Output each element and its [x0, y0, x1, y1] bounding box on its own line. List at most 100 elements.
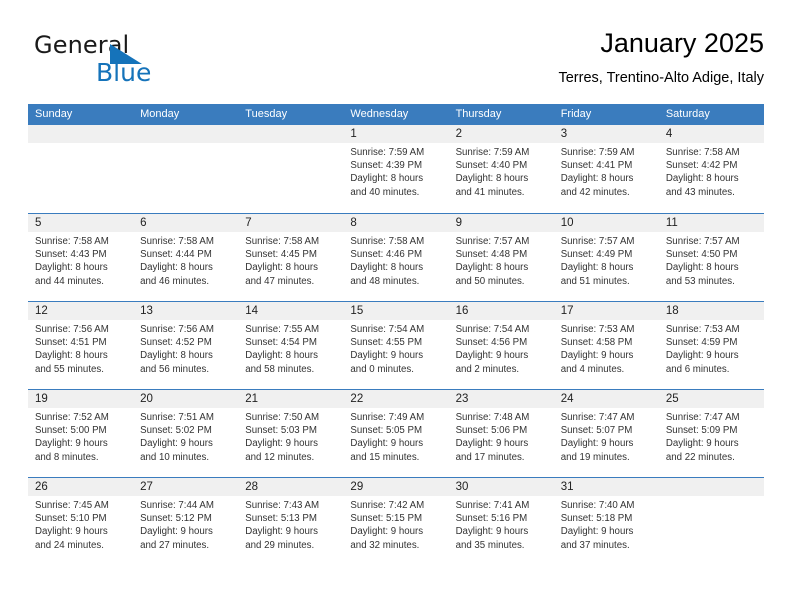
- calendar-day-cell[interactable]: 26 Sunrise: 7:45 AM Sunset: 5:10 PM Dayligh…: [28, 478, 134, 565]
- day-detail-line: Sunset: 4:59 PM: [665, 337, 738, 349]
- day-details: Sunrise: 7:58 AM Sunset: 4:44 PM Daylight:…: [133, 232, 238, 288]
- calendar-day-cell[interactable]: 6 Sunrise: 7:58 AM Sunset: 4:44 PM Daylight…: [133, 214, 239, 301]
- calendar-day-cell[interactable]: 19 Sunrise: 7:52 AM Sunset: 5:00 PM Dayligh…: [28, 390, 134, 477]
- day-detail-line: Sunset: 4:49 PM: [560, 249, 633, 261]
- day-detail-line: and 37 minutes.: [560, 539, 630, 551]
- day-detail-line: Sunset: 4:55 PM: [350, 337, 423, 349]
- calendar-day-cell[interactable]: 4 Sunrise: 7:58 AM Sunset: 4:42 PM Daylight…: [658, 125, 764, 213]
- calendar-day-cell[interactable]: 20 Sunrise: 7:51 AM Sunset: 5:02 PM Dayligh…: [133, 390, 239, 477]
- day-detail-line: Sunset: 4:39 PM: [350, 160, 423, 172]
- calendar-day-cell[interactable]: 27 Sunrise: 7:44 AM Sunset: 5:12 PM Dayligh…: [133, 478, 239, 565]
- calendar-day-cell[interactable]: 25 Sunrise: 7:47 AM Sunset: 5:09 PM Dayligh…: [658, 390, 764, 477]
- day-detail-line: Sunrise: 7:44 AM: [140, 500, 214, 511]
- day-detail-line: and 15 minutes.: [350, 451, 420, 463]
- calendar-day-cell[interactable]: 13 Sunrise: 7:56 AM Sunset: 4:52 PM Dayligh…: [133, 302, 239, 389]
- weekday-header-tuesday: Tuesday: [245, 108, 288, 120]
- day-detail-line: Sunset: 4:50 PM: [665, 249, 738, 261]
- calendar-day-cell[interactable]: 22 Sunrise: 7:49 AM Sunset: 5:05 PM Dayligh…: [343, 390, 449, 477]
- day-detail-line: Sunrise: 7:56 AM: [35, 324, 109, 335]
- day-detail-line: Sunrise: 7:56 AM: [140, 324, 214, 335]
- day-number: 3: [553, 125, 659, 143]
- calendar-day-cell[interactable]: 23 Sunrise: 7:48 AM Sunset: 5:06 PM Dayligh…: [448, 390, 554, 477]
- day-details: Sunrise: 7:58 AM Sunset: 4:46 PM Daylight:…: [343, 232, 448, 288]
- day-details: [133, 143, 238, 146]
- calendar-day-cell[interactable]: 16 Sunrise: 7:54 AM Sunset: 4:56 PM Dayligh…: [448, 302, 554, 389]
- day-detail-line: and 46 minutes.: [140, 275, 210, 287]
- calendar-day-cell[interactable]: 12 Sunrise: 7:56 AM Sunset: 4:51 PM Dayligh…: [28, 302, 134, 389]
- day-details: Sunrise: 7:47 AM Sunset: 5:09 PM Daylight:…: [659, 408, 764, 464]
- day-number: 6: [133, 214, 239, 232]
- calendar-day-empty: [133, 125, 239, 213]
- calendar-week-row: 12 Sunrise: 7:56 AM Sunset: 4:51 PM Dayligh…: [28, 301, 764, 389]
- calendar-page: General Blue January 2025 Terres, Trenti…: [0, 0, 792, 612]
- day-detail-line: Sunrise: 7:58 AM: [245, 236, 320, 247]
- day-detail-line: Sunset: 4:52 PM: [140, 337, 212, 349]
- day-detail-line: Sunrise: 7:43 AM: [245, 500, 320, 511]
- calendar-day-cell[interactable]: 24 Sunrise: 7:47 AM Sunset: 5:07 PM Dayligh…: [553, 390, 659, 477]
- day-detail-line: and 50 minutes.: [455, 275, 525, 287]
- brand-name-blue: Blue: [96, 58, 152, 87]
- day-detail-line: and 48 minutes.: [350, 275, 420, 287]
- day-number: 15: [343, 302, 449, 320]
- weekday-header-thursday: Thursday: [455, 108, 502, 120]
- weekday-header-monday: Monday: [140, 108, 180, 120]
- day-detail-line: Daylight: 8 hours: [140, 262, 213, 274]
- weekday-header-wednesday: Wednesday: [350, 108, 409, 120]
- day-number: [658, 478, 764, 496]
- day-detail-line: Daylight: 9 hours: [455, 438, 529, 450]
- day-number: [133, 125, 239, 143]
- day-details: Sunrise: 7:43 AM Sunset: 5:13 PM Daylight:…: [238, 496, 343, 552]
- day-detail-line: Daylight: 8 hours: [455, 173, 529, 185]
- day-detail-line: Sunset: 5:09 PM: [665, 425, 738, 437]
- day-detail-line: and 51 minutes.: [560, 275, 630, 287]
- day-detail-line: and 0 minutes.: [350, 363, 414, 375]
- page-header: General Blue January 2025 Terres, Trenti…: [28, 26, 764, 98]
- day-number: [28, 125, 134, 143]
- day-detail-line: Daylight: 8 hours: [665, 262, 739, 274]
- day-details: [238, 143, 343, 146]
- day-details: Sunrise: 7:56 AM Sunset: 4:51 PM Daylight:…: [28, 320, 133, 376]
- day-number: 26: [28, 478, 134, 496]
- weekday-header-saturday: Saturday: [665, 108, 710, 120]
- day-number: 11: [658, 214, 764, 232]
- calendar-day-cell[interactable]: 31 Sunrise: 7:40 AM Sunset: 5:18 PM Dayligh…: [553, 478, 659, 565]
- calendar-day-cell[interactable]: 18 Sunrise: 7:53 AM Sunset: 4:59 PM Dayligh…: [658, 302, 764, 389]
- calendar-day-cell[interactable]: 3 Sunrise: 7:59 AM Sunset: 4:41 PM Daylight…: [553, 125, 659, 213]
- day-detail-line: Daylight: 8 hours: [245, 262, 318, 274]
- day-number: 13: [133, 302, 239, 320]
- calendar-day-cell[interactable]: 28 Sunrise: 7:43 AM Sunset: 5:13 PM Dayligh…: [238, 478, 344, 565]
- calendar-day-cell[interactable]: 17 Sunrise: 7:53 AM Sunset: 4:58 PM Dayligh…: [553, 302, 659, 389]
- calendar-day-cell[interactable]: 8 Sunrise: 7:58 AM Sunset: 4:46 PM Daylight…: [343, 214, 449, 301]
- calendar-day-cell[interactable]: 14 Sunrise: 7:55 AM Sunset: 4:54 PM Dayligh…: [238, 302, 344, 389]
- day-detail-line: Sunrise: 7:59 AM: [560, 147, 635, 158]
- page-title: January 2025: [600, 28, 764, 58]
- calendar-day-cell[interactable]: 29 Sunrise: 7:42 AM Sunset: 5:15 PM Dayligh…: [343, 478, 449, 565]
- calendar-day-cell[interactable]: 1 Sunrise: 7:59 AM Sunset: 4:39 PM Daylight…: [343, 125, 449, 213]
- day-detail-line: Sunset: 5:10 PM: [35, 513, 107, 525]
- calendar-day-cell[interactable]: 11 Sunrise: 7:57 AM Sunset: 4:50 PM Dayligh…: [658, 214, 764, 301]
- day-detail-line: Daylight: 9 hours: [455, 350, 529, 362]
- day-number: 21: [238, 390, 344, 408]
- day-detail-line: Sunrise: 7:53 AM: [560, 324, 635, 335]
- day-detail-line: and 24 minutes.: [35, 539, 104, 551]
- day-detail-line: and 44 minutes.: [35, 275, 104, 287]
- calendar-day-cell[interactable]: 7 Sunrise: 7:58 AM Sunset: 4:45 PM Daylight…: [238, 214, 344, 301]
- calendar-day-cell[interactable]: 10 Sunrise: 7:57 AM Sunset: 4:49 PM Dayligh…: [553, 214, 659, 301]
- day-number: 19: [28, 390, 134, 408]
- day-details: Sunrise: 7:57 AM Sunset: 4:49 PM Daylight:…: [554, 232, 659, 288]
- day-detail-line: Daylight: 9 hours: [245, 526, 318, 538]
- brand-logo[interactable]: General Blue: [34, 32, 254, 92]
- calendar-day-cell[interactable]: 2 Sunrise: 7:59 AM Sunset: 4:40 PM Daylight…: [448, 125, 554, 213]
- calendar-day-cell[interactable]: 15 Sunrise: 7:54 AM Sunset: 4:55 PM Dayligh…: [343, 302, 449, 389]
- calendar-day-cell[interactable]: 21 Sunrise: 7:50 AM Sunset: 5:03 PM Dayligh…: [238, 390, 344, 477]
- day-detail-line: Daylight: 8 hours: [140, 350, 213, 362]
- day-detail-line: Sunset: 4:43 PM: [35, 249, 107, 261]
- day-number: 22: [343, 390, 449, 408]
- day-detail-line: Sunset: 4:54 PM: [245, 337, 317, 349]
- day-detail-line: Sunrise: 7:47 AM: [665, 412, 740, 423]
- calendar-day-cell[interactable]: 9 Sunrise: 7:57 AM Sunset: 4:48 PM Daylight…: [448, 214, 554, 301]
- calendar-day-cell[interactable]: 5 Sunrise: 7:58 AM Sunset: 4:43 PM Daylight…: [28, 214, 134, 301]
- day-number: 10: [553, 214, 659, 232]
- calendar-week-row: 26 Sunrise: 7:45 AM Sunset: 5:10 PM Dayligh…: [28, 477, 764, 565]
- calendar-day-cell[interactable]: 30 Sunrise: 7:41 AM Sunset: 5:16 PM Dayligh…: [448, 478, 554, 565]
